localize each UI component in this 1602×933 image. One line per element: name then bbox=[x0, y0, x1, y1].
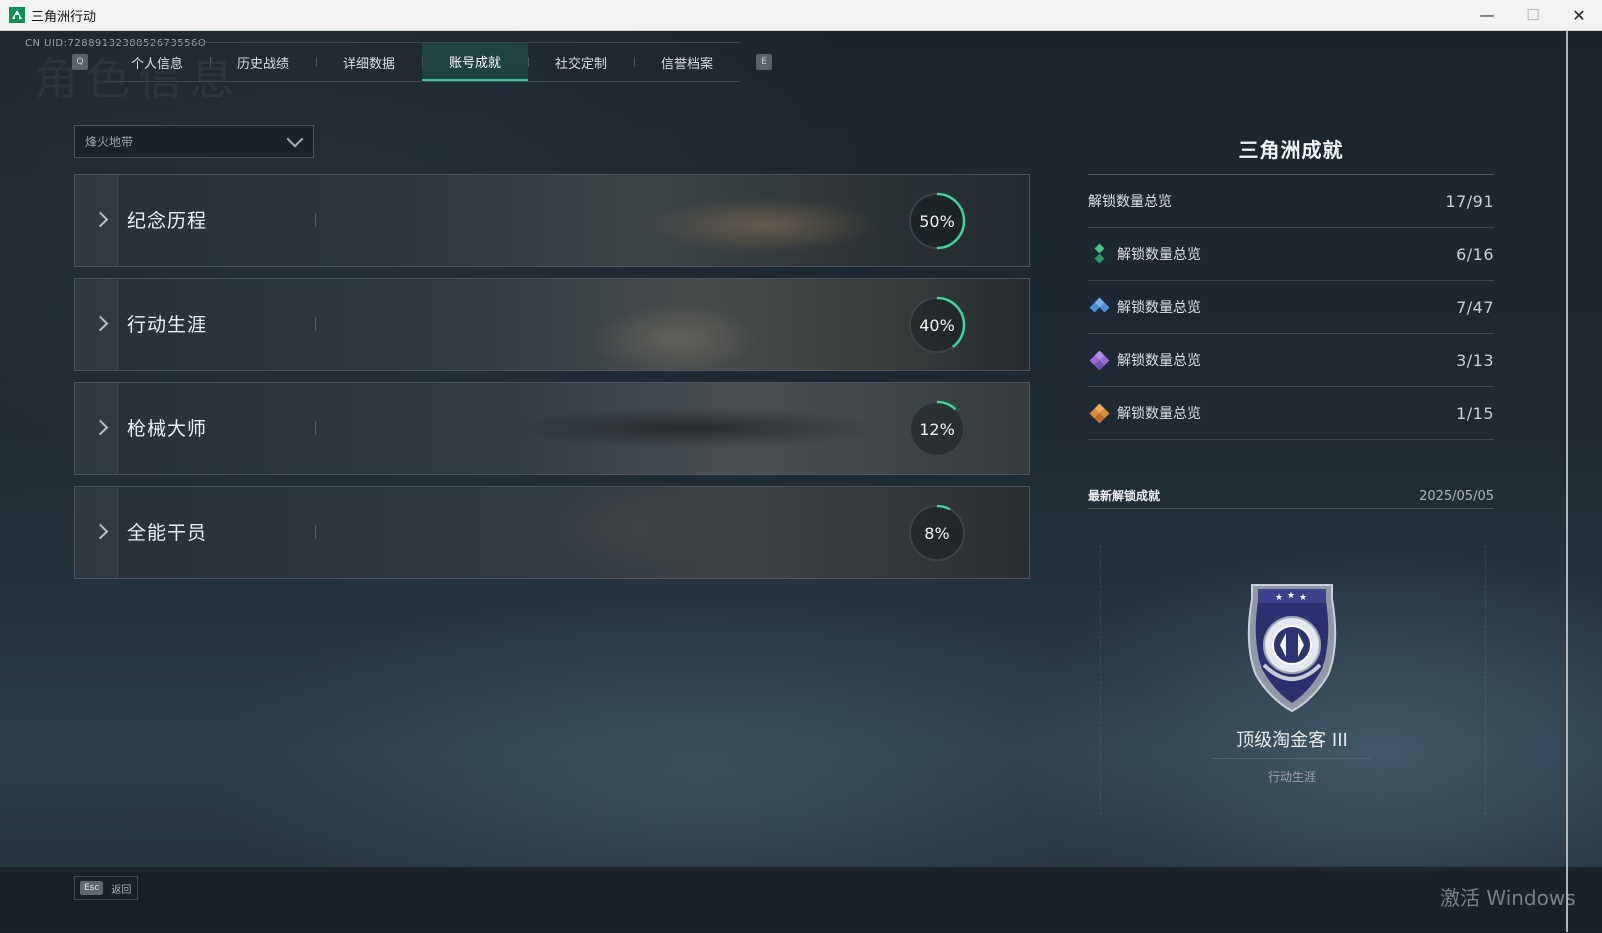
tier-value: 1/15 bbox=[1456, 403, 1494, 423]
tier-label: 解锁数量总览 bbox=[1117, 300, 1201, 316]
blue-diamond-icon bbox=[1089, 297, 1110, 317]
divider bbox=[315, 525, 316, 539]
purple-diamond-icon bbox=[1089, 350, 1110, 371]
category-percent: 8% bbox=[924, 523, 950, 543]
category-percent: 40% bbox=[919, 315, 955, 335]
tier-value: 6/16 bbox=[1456, 244, 1494, 264]
tier-row-green: 解锁数量总览 6/16 bbox=[1088, 228, 1494, 281]
back-button[interactable]: Esc 返回 bbox=[74, 876, 138, 900]
category-card-background bbox=[75, 175, 1029, 266]
tier-row-blue: 解锁数量总览 7/47 bbox=[1088, 281, 1494, 334]
divider bbox=[315, 421, 316, 435]
latest-achievement-name: 顶级淘金客 III bbox=[1212, 726, 1372, 759]
chevron-down-icon bbox=[286, 130, 304, 148]
total-unlock-label: 解锁数量总览 bbox=[1088, 194, 1172, 210]
green-diamond-icon bbox=[1090, 243, 1110, 264]
category-title: 全能干员 bbox=[127, 522, 208, 544]
tier-row-purple: 解锁数量总览 3/13 bbox=[1088, 334, 1494, 387]
latest-unlock-label: 最新解锁成就 bbox=[1088, 489, 1161, 503]
prev-tab-key-icon[interactable]: Q bbox=[72, 54, 88, 70]
tab-detailed-stats[interactable]: 详细数据 bbox=[316, 43, 422, 81]
category-percent: 50% bbox=[919, 211, 955, 231]
category-card-background bbox=[75, 383, 1029, 474]
windows-activation-watermark: 激活 Windows bbox=[1440, 886, 1576, 910]
divider bbox=[315, 213, 316, 227]
tier-label: 解锁数量总览 bbox=[1117, 353, 1201, 369]
orange-diamond-icon bbox=[1089, 403, 1110, 424]
latest-achievement-category: 行动生涯 bbox=[1267, 770, 1316, 784]
category-title: 行动生涯 bbox=[127, 314, 208, 336]
category-card-background bbox=[75, 279, 1029, 370]
tier-label: 解锁数量总览 bbox=[1117, 247, 1201, 263]
window-title: 三角洲行动 bbox=[31, 9, 97, 25]
divider bbox=[315, 317, 316, 331]
category-card-operator[interactable]: 全能干员 8% bbox=[74, 486, 1030, 579]
tab-bar: 个人信息 历史战绩 详细数据 账号成就 社交定制 信誉档案 bbox=[104, 42, 740, 82]
window-edge bbox=[1566, 31, 1568, 932]
back-label: 返回 bbox=[111, 884, 132, 896]
window-titlebar: 三角洲行动 — ☐ ✕ bbox=[0, 0, 1602, 31]
total-unlock-row: 解锁数量总览 17/91 bbox=[1088, 175, 1494, 228]
category-percent: 12% bbox=[919, 419, 955, 439]
latest-unlock-header: 最新解锁成就 2025/05/05 bbox=[1088, 480, 1494, 509]
category-title: 纪念历程 bbox=[127, 210, 208, 232]
esc-key-icon: Esc bbox=[80, 881, 104, 895]
tab-match-history[interactable]: 历史战绩 bbox=[210, 43, 316, 81]
mode-select[interactable]: 烽火地带 bbox=[74, 125, 314, 158]
achievement-summary-panel: 三角洲成就 解锁数量总览 17/91 解锁数量总览 6/16 解锁数量总览 7/… bbox=[1088, 130, 1494, 509]
shield-emblem-icon: ★ ★ ★ bbox=[1247, 584, 1337, 713]
close-icon[interactable]: ✕ bbox=[1556, 0, 1602, 30]
category-card-gunsmith[interactable]: 枪械大师 12% bbox=[74, 382, 1030, 475]
tab-personal-info[interactable]: 个人信息 bbox=[104, 43, 210, 81]
tab-reputation-file[interactable]: 信誉档案 bbox=[634, 43, 740, 81]
bottom-bar bbox=[0, 866, 1602, 933]
mode-select-value: 烽火地带 bbox=[85, 135, 134, 149]
svg-text:★: ★ bbox=[1275, 593, 1283, 603]
total-unlock-value: 17/91 bbox=[1445, 191, 1494, 211]
main-tabs: Q 个人信息 历史战绩 详细数据 账号成就 社交定制 信誉档案 E bbox=[72, 42, 772, 82]
tier-label: 解锁数量总览 bbox=[1117, 406, 1201, 422]
category-title: 枪械大师 bbox=[127, 418, 208, 440]
tier-row-orange: 解锁数量总览 1/15 bbox=[1088, 387, 1494, 440]
tab-social-custom[interactable]: 社交定制 bbox=[528, 43, 634, 81]
category-card-career[interactable]: 行动生涯 40% bbox=[74, 278, 1030, 371]
minimize-icon[interactable]: — bbox=[1464, 0, 1510, 30]
app-logo-icon bbox=[9, 7, 25, 23]
tier-value: 7/47 bbox=[1456, 297, 1494, 317]
tab-account-achievements[interactable]: 账号成就 bbox=[422, 43, 528, 81]
svg-text:★: ★ bbox=[1299, 593, 1307, 603]
svg-text:★: ★ bbox=[1287, 591, 1295, 601]
category-card-memorial[interactable]: 纪念历程 50% bbox=[74, 174, 1030, 267]
panel-title: 三角洲成就 bbox=[1088, 130, 1494, 175]
maximize-icon[interactable]: ☐ bbox=[1510, 0, 1556, 30]
achievement-category-list: 纪念历程 50% 行动生涯 40% 枪械大师 12% 全能干员 8% bbox=[74, 174, 1030, 590]
category-card-background bbox=[75, 487, 1029, 578]
tier-value: 3/13 bbox=[1456, 350, 1494, 370]
next-tab-key-icon[interactable]: E bbox=[756, 54, 772, 70]
latest-unlock-date: 2025/05/05 bbox=[1419, 489, 1494, 504]
